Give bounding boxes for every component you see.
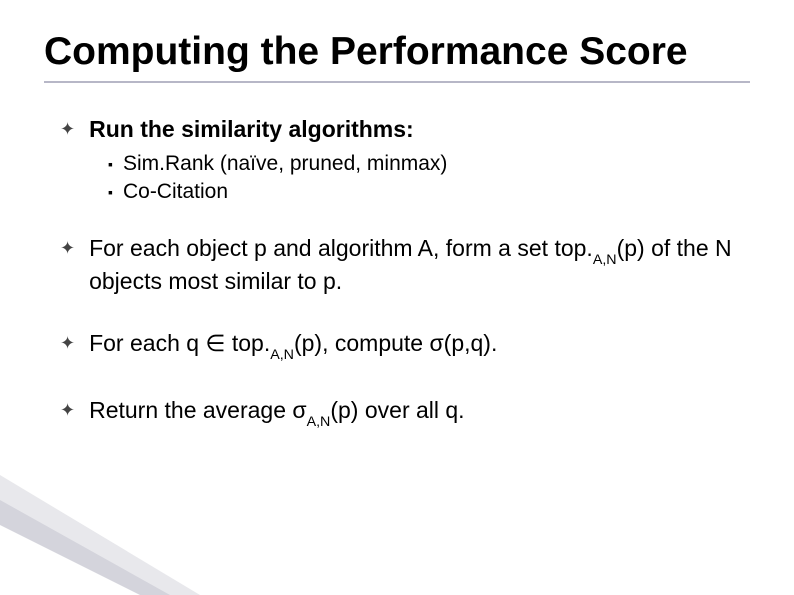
slide-title: Computing the Performance Score (44, 30, 750, 75)
square-bullet-icon: ▪ (108, 156, 113, 173)
bullet-text: For each object p and algorithm A, form … (89, 234, 750, 295)
bullet-level-1: ✦ Run the similarity algorithms: (60, 115, 750, 143)
slide-content: ✦ Run the similarity algorithms: ▪ Sim.R… (44, 115, 750, 429)
bullet-text: Co-Citation (123, 179, 228, 205)
slide: Computing the Performance Score ✦ Run th… (0, 0, 794, 595)
bullet-text: Run the similarity algorithms: (89, 115, 750, 143)
sub-bullet-list: ▪ Sim.Rank (naïve, pruned, minmax) ▪ Co-… (108, 151, 750, 204)
bullet-marker-icon: ✦ (60, 238, 75, 260)
title-underline (44, 81, 750, 83)
bullet-text: For each q ∈ top.A,N(p), compute σ(p,q). (89, 329, 750, 362)
bullet-marker-icon: ✦ (60, 333, 75, 355)
bullet-marker-icon: ✦ (60, 119, 75, 141)
bullet-level-1: ✦ Return the average σA,N(p) over all q. (60, 396, 750, 429)
bullet-level-1: ✦ For each object p and algorithm A, for… (60, 234, 750, 295)
bullet-text: Return the average σA,N(p) over all q. (89, 396, 750, 429)
square-bullet-icon: ▪ (108, 184, 113, 201)
bullet-level-2: ▪ Sim.Rank (naïve, pruned, minmax) (108, 151, 750, 177)
bullet-level-2: ▪ Co-Citation (108, 179, 750, 205)
bullet-text: Sim.Rank (naïve, pruned, minmax) (123, 151, 447, 177)
bullet-level-1: ✦ For each q ∈ top.A,N(p), compute σ(p,q… (60, 329, 750, 362)
bullet-marker-icon: ✦ (60, 400, 75, 422)
corner-decoration (0, 475, 240, 595)
